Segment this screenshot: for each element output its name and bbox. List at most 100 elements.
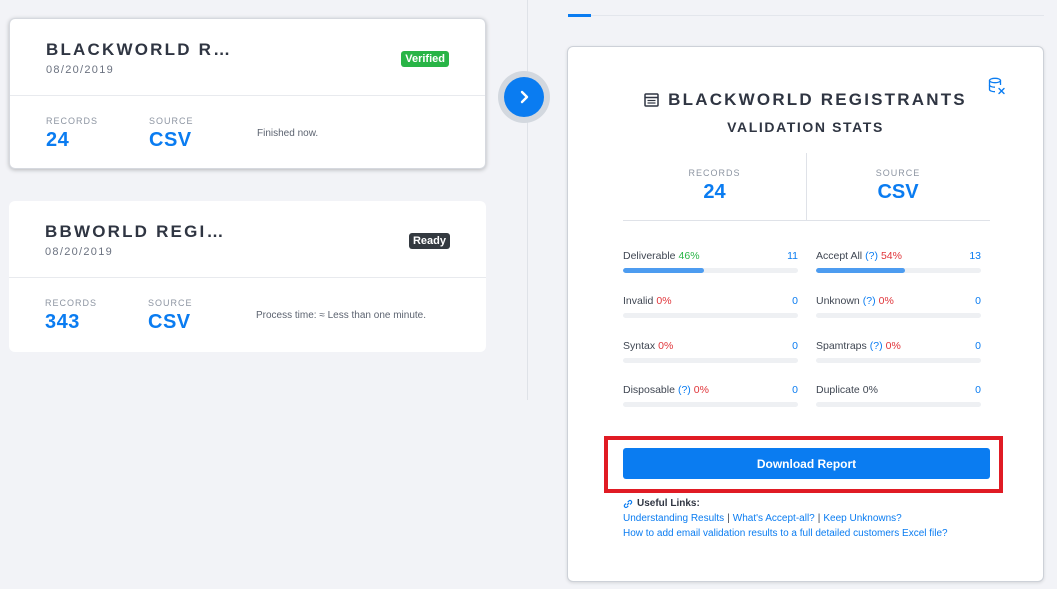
- records-value: 24: [703, 181, 726, 203]
- help-icon[interactable]: (?): [865, 250, 878, 262]
- metric-unknown: Unknown (?) 0% 0: [816, 295, 981, 321]
- metric-progress-bar: [816, 402, 981, 407]
- metric-name: Invalid: [623, 295, 654, 307]
- metric-name: Accept All: [816, 250, 863, 262]
- useful-links-label: Useful Links:: [637, 498, 700, 509]
- list-date: 08/20/2019: [46, 64, 115, 76]
- list-card-bbworld[interactable]: BBWORLD REGI… 08/20/2019 Ready RECORDS 3…: [9, 201, 486, 352]
- metric-percent: 0%: [656, 295, 672, 307]
- metric-count: 11: [787, 250, 798, 262]
- useful-links-heading: Useful Links:: [623, 498, 700, 509]
- help-icon[interactable]: (?): [863, 295, 876, 307]
- metric-count: 0: [975, 340, 981, 352]
- metric-count: 0: [975, 295, 981, 307]
- metric-percent: 46%: [678, 250, 700, 262]
- list-title: BBWORLD REGI…: [45, 222, 226, 241]
- metric-progress-bar: [623, 268, 798, 273]
- records-stat: RECORDS 24: [623, 153, 806, 221]
- metric-percent: 0%: [658, 340, 674, 352]
- metric-accept-all: Accept All (?) 54% 13: [816, 250, 981, 276]
- records-label: RECORDS: [688, 168, 741, 178]
- metric-progress-bar: [816, 313, 981, 318]
- metric-progress-bar: [816, 358, 981, 363]
- list-status-note: Finished now.: [257, 128, 319, 139]
- metric-progress-bar: [623, 358, 798, 363]
- list-status-note: Process time: ≈ Less than one minute.: [256, 310, 427, 321]
- source-label: SOURCE: [148, 298, 193, 308]
- link-icon: [623, 499, 633, 508]
- panel-subtitle: VALIDATION STATS: [727, 119, 884, 135]
- metric-name: Unknown: [816, 295, 860, 307]
- metric-percent: 0%: [885, 340, 901, 352]
- stats-divider: [623, 220, 990, 221]
- help-icon[interactable]: (?): [870, 340, 883, 352]
- keep-unknowns-link[interactable]: Keep Unknowns?: [823, 513, 901, 524]
- panel-title: BLACKWORLD REGISTRANTS: [668, 90, 967, 109]
- links-row-1: Understanding Results | What's Accept-all?…: [623, 513, 902, 524]
- metric-progress-bar: [623, 402, 798, 407]
- metric-percent: 0%: [862, 384, 878, 396]
- metric-count: 0: [975, 384, 981, 396]
- metric-percent: 54%: [880, 250, 902, 262]
- status-badge: Ready: [408, 233, 450, 249]
- links-row-2: How to add email validation results to a…: [623, 528, 948, 539]
- metric-spamtraps: Spamtraps (?) 0% 0: [816, 340, 981, 366]
- metric-label: Unknown (?) 0%: [816, 295, 894, 307]
- metric-label: Syntax 0%: [623, 340, 673, 352]
- metric-progress-bar: [816, 268, 981, 273]
- understanding-results-link[interactable]: Understanding Results: [623, 513, 724, 524]
- column-divider: [527, 0, 528, 400]
- metric-duplicate: Duplicate 0% 0: [816, 384, 981, 410]
- status-badge: Verified: [401, 51, 449, 67]
- metric-label: Invalid 0%: [623, 295, 672, 307]
- validation-stats-panel: BLACKWORLD REGISTRANTS VALIDATION STATS …: [567, 46, 1044, 582]
- list-card-blackworld[interactable]: BLACKWORLD R… 08/20/2019 Verified RECORD…: [9, 18, 486, 169]
- metric-progress-fill: [816, 268, 906, 273]
- metric-count: 0: [792, 384, 798, 396]
- tab-active-indicator[interactable]: [568, 14, 591, 17]
- source-value: CSV: [148, 311, 191, 333]
- records-label: RECORDS: [45, 298, 98, 308]
- metric-disposable: Disposable (?) 0% 0: [623, 384, 798, 410]
- metric-label: Deliverable 46%: [623, 250, 700, 262]
- metric-name: Deliverable: [623, 250, 676, 262]
- metric-count: 13: [969, 250, 981, 262]
- chevron-right-icon: [520, 90, 529, 104]
- metric-label: Accept All (?) 54%: [816, 250, 902, 262]
- list-icon: [644, 93, 659, 107]
- metric-label: Spamtraps (?) 0%: [816, 340, 901, 352]
- list-title: BLACKWORLD R…: [46, 40, 233, 59]
- metric-deliverable: Deliverable 46% 11: [623, 250, 798, 276]
- metric-name: Duplicate: [816, 384, 860, 396]
- metric-percent: 0%: [693, 384, 709, 396]
- source-value: CSV: [149, 129, 192, 151]
- metric-syntax: Syntax 0% 0: [623, 340, 798, 366]
- records-value: 343: [45, 311, 80, 333]
- link-separator: |: [817, 513, 821, 524]
- metric-progress-fill: [623, 268, 704, 273]
- accept-all-link[interactable]: What's Accept-all?: [733, 513, 815, 524]
- metric-name: Disposable: [623, 384, 675, 396]
- records-label: RECORDS: [46, 116, 99, 126]
- metric-name: Spamtraps: [816, 340, 867, 352]
- metric-label: Duplicate 0%: [816, 384, 878, 396]
- highlight-box: [604, 436, 1003, 493]
- metric-name: Syntax: [623, 340, 656, 352]
- records-value: 24: [46, 129, 70, 151]
- tab-strip: [568, 15, 1044, 16]
- open-stats-button[interactable]: [498, 71, 550, 123]
- source-stat: SOURCE CSV: [806, 153, 989, 221]
- link-separator: |: [727, 513, 730, 524]
- source-value: CSV: [877, 181, 919, 203]
- metric-label: Disposable (?) 0%: [623, 384, 709, 396]
- source-label: SOURCE: [149, 116, 194, 126]
- metric-count: 0: [792, 340, 798, 352]
- help-icon[interactable]: (?): [678, 384, 691, 396]
- metric-percent: 0%: [878, 295, 894, 307]
- source-label: SOURCE: [875, 168, 921, 178]
- metric-invalid: Invalid 0% 0: [623, 295, 798, 321]
- excel-guide-link[interactable]: How to add email validation results to a…: [623, 528, 948, 539]
- metric-progress-bar: [623, 313, 798, 318]
- list-date: 08/20/2019: [45, 246, 114, 258]
- metric-count: 0: [792, 295, 798, 307]
